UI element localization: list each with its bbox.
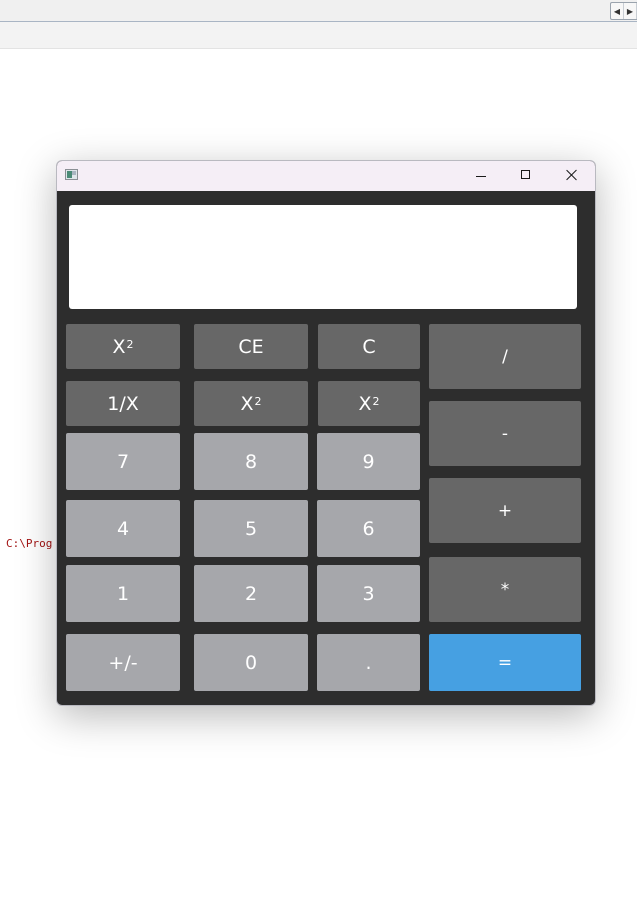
minimize-icon	[476, 176, 486, 177]
add-button[interactable]: +	[429, 478, 581, 543]
maximize-button[interactable]	[503, 161, 549, 191]
minimize-button[interactable]	[458, 161, 504, 191]
clear-entry-button[interactable]: CE	[194, 324, 308, 369]
calculator-display[interactable]	[69, 205, 577, 309]
digit-0-button[interactable]: 0	[194, 634, 308, 691]
square-button-2-exponent: 2	[254, 395, 262, 408]
square-button-3[interactable]: X2	[318, 381, 420, 426]
digit-3-button[interactable]: 3	[317, 565, 420, 622]
square-button-3-exponent: 2	[372, 395, 380, 408]
digit-5-button[interactable]: 5	[194, 500, 308, 557]
square-button-1-exponent: 2	[126, 338, 134, 351]
equals-button[interactable]: =	[429, 634, 581, 691]
scroll-right-icon[interactable]: ▶	[624, 3, 637, 19]
close-icon	[566, 169, 578, 181]
background-path-text: C:\Prog	[6, 537, 53, 550]
scroll-left-icon[interactable]: ◀	[611, 3, 624, 19]
digit-6-button[interactable]: 6	[317, 500, 420, 557]
tab-scroll-buttons[interactable]: ◀ ▶	[610, 2, 637, 20]
negate-button[interactable]: +/-	[66, 634, 180, 691]
host-toolbar: ◀ ▶	[0, 0, 637, 22]
calculator-window: X2 CE C / 1/X X2 X2 - 7 8 9 + 4 5 6 1 2 …	[56, 160, 596, 706]
decimal-button[interactable]: .	[317, 634, 420, 691]
app-icon	[65, 169, 78, 180]
square-button-3-label: X	[358, 392, 372, 415]
close-button[interactable]	[549, 161, 595, 191]
square-button-1-label: X	[112, 335, 126, 358]
subtract-button[interactable]: -	[429, 401, 581, 466]
host-subbar	[0, 22, 637, 49]
multiply-button[interactable]: *	[429, 557, 581, 622]
square-button-2[interactable]: X2	[194, 381, 308, 426]
square-button-1[interactable]: X2	[66, 324, 180, 369]
maximize-icon	[521, 170, 530, 179]
reciprocal-button[interactable]: 1/X	[66, 381, 180, 426]
digit-4-button[interactable]: 4	[66, 500, 180, 557]
digit-9-button[interactable]: 9	[317, 433, 420, 490]
divide-button[interactable]: /	[429, 324, 581, 389]
digit-8-button[interactable]: 8	[194, 433, 308, 490]
clear-button[interactable]: C	[318, 324, 420, 369]
square-button-2-label: X	[240, 392, 254, 415]
title-bar[interactable]	[57, 161, 595, 191]
digit-7-button[interactable]: 7	[66, 433, 180, 490]
digit-1-button[interactable]: 1	[66, 565, 180, 622]
digit-2-button[interactable]: 2	[194, 565, 308, 622]
